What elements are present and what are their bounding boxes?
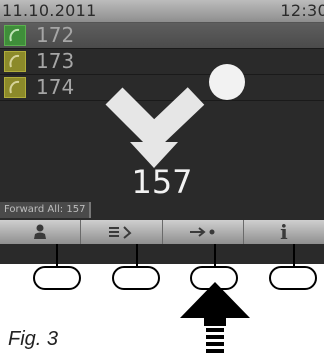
- softkey-call-forward[interactable]: [162, 220, 244, 244]
- info-icon: i: [280, 220, 288, 244]
- person-icon: [34, 224, 47, 239]
- pointer-arrow-icon: [180, 282, 250, 353]
- forward-status-label: Forward All: 157: [0, 202, 92, 218]
- phone-display: 11.10.2011 12:30 172 173 174 157 Forward…: [0, 0, 324, 264]
- softkey-contacts[interactable]: [0, 220, 82, 244]
- softkey-info[interactable]: i: [243, 220, 324, 244]
- softkey-bar: i: [0, 220, 324, 244]
- connector-line: [293, 244, 295, 268]
- forward-number: 157: [131, 163, 193, 201]
- figure-caption: Fig. 3: [8, 328, 59, 350]
- connector-line: [214, 244, 216, 268]
- forward-dot-icon: [189, 227, 215, 237]
- softkey-menu-return[interactable]: [81, 220, 163, 244]
- connector-line: [136, 244, 138, 268]
- connector-line: [56, 244, 58, 268]
- hardware-softkey-2[interactable]: [112, 266, 160, 290]
- call-forward-icon: [105, 64, 245, 168]
- hardware-softkey-4[interactable]: [269, 266, 317, 290]
- menu-return-icon: [109, 226, 132, 239]
- hardware-softkey-1[interactable]: [33, 266, 81, 290]
